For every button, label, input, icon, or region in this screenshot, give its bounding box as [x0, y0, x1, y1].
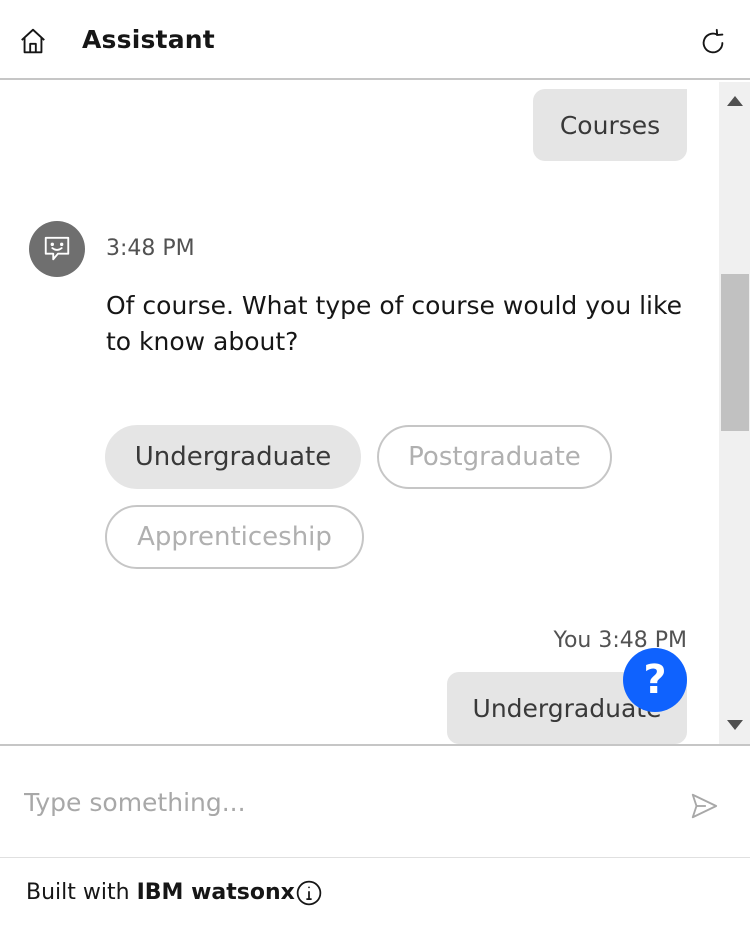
restart-button[interactable] — [694, 24, 732, 62]
home-button[interactable] — [14, 22, 52, 60]
user-message-bubble: Courses — [533, 89, 687, 161]
page-title: Assistant — [82, 25, 215, 54]
scroll-up-button[interactable] — [719, 86, 750, 116]
chat-widget: Assistant Courses 3:48 PM Of course. Wha… — [0, 0, 750, 927]
info-button[interactable] — [294, 878, 324, 908]
send-button[interactable] — [686, 788, 722, 824]
built-with-text: Built with IBM watsonx — [26, 880, 295, 905]
chat-header: Assistant — [0, 0, 750, 80]
scrollbar-thumb[interactable] — [721, 274, 749, 431]
footer: Built with IBM watsonx — [0, 858, 750, 927]
option-postgraduate[interactable]: Postgraduate — [377, 425, 612, 489]
message-composer — [0, 744, 750, 858]
option-apprenticeship[interactable]: Apprenticeship — [105, 505, 364, 569]
help-button[interactable]: ? — [623, 648, 687, 712]
send-icon — [691, 793, 718, 819]
info-icon — [296, 880, 322, 906]
scroll-down-button[interactable] — [719, 710, 750, 740]
brand-name: IBM watsonx — [136, 880, 295, 905]
bot-message-time: 3:48 PM — [106, 236, 195, 261]
bot-avatar — [29, 221, 85, 277]
message-input[interactable] — [24, 782, 644, 822]
option-undergraduate[interactable]: Undergraduate — [105, 425, 361, 489]
scrollbar[interactable] — [719, 82, 750, 744]
triangle-down-icon — [726, 720, 743, 730]
bot-message-text: Of course. What type of course would you… — [106, 291, 682, 356]
home-icon — [21, 28, 45, 54]
restart-icon — [702, 28, 724, 54]
built-with-prefix: Built with — [26, 880, 130, 905]
triangle-up-icon — [726, 96, 743, 106]
message-list: Courses 3:48 PM Of course. What type of … — [0, 80, 719, 744]
chat-bot-icon — [44, 236, 70, 261]
